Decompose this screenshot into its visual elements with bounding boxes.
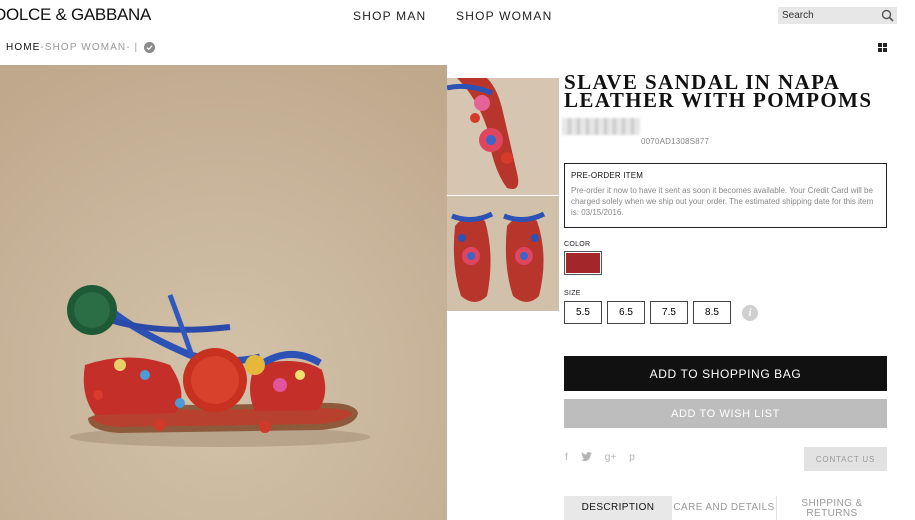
thumbnail-sandal-pair <box>447 196 559 311</box>
grid-view-icon[interactable] <box>878 43 887 52</box>
size-option-5-5[interactable]: 5.5 <box>564 301 602 324</box>
product-thumbnail-1[interactable] <box>447 78 559 195</box>
product-code: 0070AD1308S877 <box>641 137 710 146</box>
search-icon[interactable] <box>881 9 894 22</box>
social-share: f g+ p <box>565 452 635 464</box>
color-swatch-fill <box>566 253 600 273</box>
tab-shipping-returns[interactable]: SHIPPING & RETURNS <box>776 496 887 520</box>
preorder-text: Pre-order it now to have it sent as soon… <box>571 186 874 217</box>
add-to-wish-list-button[interactable]: ADD TO WISH LIST <box>564 399 887 428</box>
color-swatch[interactable] <box>564 251 602 275</box>
size-options: 5.5 6.5 7.5 8.5 i <box>564 301 758 324</box>
product-tabs: DESCRIPTION CARE AND DETAILS SHIPPING & … <box>564 496 887 520</box>
brand-logo[interactable]: DOLCE & GABBANA <box>0 5 151 25</box>
size-option-6-5[interactable]: 6.5 <box>607 301 645 324</box>
preorder-notice: PRE-ORDER ITEM Pre-order it now to have … <box>564 163 887 228</box>
contact-us-button[interactable]: CONTACT US <box>804 447 887 471</box>
redacted-code <box>562 118 640 135</box>
product-main-image[interactable] <box>0 65 447 520</box>
search-input[interactable] <box>782 10 877 21</box>
breadcrumb: HOME - SHOP WOMAN - | <box>6 42 156 53</box>
product-title: SLAVE SANDAL IN NAPA LEATHER WITH POMPOM… <box>564 70 873 112</box>
search-box[interactable] <box>778 7 897 24</box>
tab-care-and-details[interactable]: CARE AND DETAILS <box>672 496 776 520</box>
product-thumbnail-2[interactable] <box>447 196 559 311</box>
tab-description[interactable]: DESCRIPTION <box>564 496 672 520</box>
breadcrumb-home[interactable]: HOME <box>6 42 40 53</box>
nav-shop-woman[interactable]: SHOP WOMAN <box>456 9 552 23</box>
size-option-7-5[interactable]: 7.5 <box>650 301 688 324</box>
nav-shop-man[interactable]: SHOP MAN <box>353 9 426 23</box>
preorder-title: PRE-ORDER ITEM <box>571 171 644 180</box>
google-plus-icon[interactable]: g+ <box>605 452 616 464</box>
breadcrumb-current[interactable]: SHOP WOMAN <box>45 42 126 53</box>
facebook-icon[interactable]: f <box>565 452 568 464</box>
add-to-shopping-bag-button[interactable]: ADD TO SHOPPING BAG <box>564 356 887 391</box>
sandal-illustration <box>0 65 447 520</box>
size-info-icon[interactable]: i <box>742 304 758 321</box>
size-label: SIZE <box>564 290 581 297</box>
thumbnail-sandal-top <box>447 78 559 195</box>
size-option-8-5[interactable]: 8.5 <box>693 301 731 324</box>
breadcrumb-trail: - | <box>126 42 139 53</box>
pinterest-icon[interactable]: p <box>629 452 635 464</box>
twitter-icon[interactable] <box>581 452 592 464</box>
check-icon <box>144 42 156 53</box>
color-label: COLOR <box>564 241 591 248</box>
